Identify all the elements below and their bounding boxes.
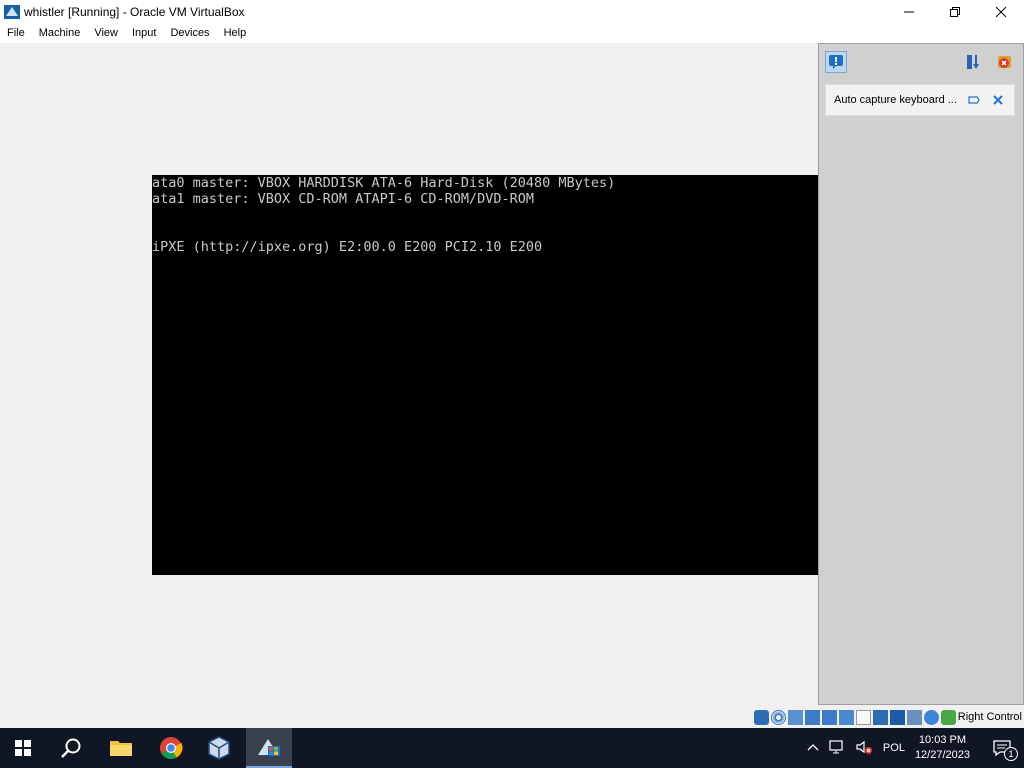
windows-xp-vm-icon [258, 739, 280, 756]
taskbar-chrome[interactable] [148, 728, 194, 768]
volume-tray-button[interactable] [855, 739, 873, 758]
menu-input[interactable]: Input [125, 27, 163, 39]
vm-status-bar: Right Control [0, 707, 1024, 728]
network-icon[interactable] [805, 710, 820, 725]
menu-bar: File Machine View Input Devices Help [0, 23, 1024, 43]
taskbar: POL 10:03 PM 12/27/2023 1 [0, 728, 1024, 768]
input-language-indicator[interactable]: POL [883, 742, 905, 754]
sort-button[interactable] [965, 53, 983, 71]
chevron-up-icon [807, 744, 819, 751]
menu-machine[interactable]: Machine [32, 27, 88, 39]
host-key-label: Right Control [957, 711, 1022, 723]
notification-count-badge: 1 [1004, 747, 1018, 761]
notification-center-panel: Auto capture keyboard ... [818, 43, 1024, 705]
display-icon[interactable] [856, 710, 871, 725]
vm-console-screen[interactable]: ata0 master: VBOX HARDDISK ATA-6 Hard-Di… [152, 175, 818, 575]
virtualbox-cube-icon [208, 736, 230, 760]
windows-logo-icon [15, 740, 31, 756]
pin-icon [968, 96, 980, 104]
notification-close-button[interactable] [992, 94, 1004, 109]
system-tray: POL 10:03 PM 12/27/2023 1 [807, 728, 1024, 768]
console-line: ata0 master: VBOX HARDDISK ATA-6 Hard-Di… [152, 175, 616, 191]
taskbar-file-explorer[interactable] [98, 728, 144, 768]
clock[interactable]: 10:03 PM 12/27/2023 [915, 733, 970, 763]
menu-devices[interactable]: Devices [163, 27, 216, 39]
menu-view[interactable]: View [87, 27, 125, 39]
minimize-button[interactable] [886, 0, 932, 23]
volume-muted-icon [856, 740, 872, 754]
window-titlebar: whistler [Running] - Oracle VM VirtualBo… [0, 0, 1024, 23]
console-line: iPXE (http://ipxe.org) E2:00.0 E200 PCI2… [152, 239, 543, 255]
taskbar-vm-whistler[interactable] [246, 728, 292, 768]
recording-icon[interactable] [890, 710, 905, 725]
minimize-icon [904, 11, 914, 12]
window-title: whistler [Running] - Oracle VM VirtualBo… [24, 4, 245, 19]
hard-disk-icon[interactable] [754, 710, 769, 725]
shared-folders-icon[interactable] [839, 710, 854, 725]
action-center-button[interactable]: 1 [980, 739, 1024, 761]
info-bubble-icon [829, 55, 843, 69]
mouse-integration-icon[interactable] [924, 710, 939, 725]
clock-time: 10:03 PM [918, 734, 967, 746]
notification-settings-button[interactable] [968, 94, 980, 109]
network-tray-button[interactable] [829, 739, 847, 758]
close-all-icon [998, 56, 1011, 68]
notification-toggle-button[interactable] [825, 51, 847, 73]
sort-icon [967, 55, 979, 69]
console-line: ata1 master: VBOX CD-ROM ATAPI-6 CD-ROM/… [152, 191, 535, 207]
keyboard-capture-icon[interactable] [941, 710, 956, 725]
clear-all-button[interactable] [995, 53, 1013, 71]
clock-date: 12/27/2023 [914, 749, 970, 761]
notification-text: Auto capture keyboard ... [834, 94, 957, 106]
usb-icon[interactable] [822, 710, 837, 725]
notification-item[interactable]: Auto capture keyboard ... [825, 84, 1015, 116]
chrome-icon [160, 737, 183, 759]
close-button[interactable] [978, 0, 1024, 23]
restore-icon [950, 6, 960, 17]
menu-help[interactable]: Help [217, 27, 254, 39]
cpu-icon[interactable] [907, 710, 922, 725]
folder-icon [110, 741, 132, 756]
optical-drive-icon[interactable] [771, 710, 786, 725]
search-button[interactable] [48, 728, 94, 768]
virtualbox-icon [4, 4, 20, 19]
maximize-button[interactable] [932, 0, 978, 23]
close-icon [993, 95, 1003, 105]
video-capture-icon[interactable] [873, 710, 888, 725]
show-hidden-icons-button[interactable] [807, 742, 819, 754]
audio-icon[interactable] [788, 710, 803, 725]
search-icon [61, 738, 81, 758]
start-button[interactable] [0, 728, 46, 768]
menu-file[interactable]: File [0, 27, 32, 39]
panel-toolbar [819, 44, 1023, 78]
network-icon [829, 739, 843, 753]
close-icon [996, 6, 1006, 17]
taskbar-virtualbox-manager[interactable] [196, 728, 242, 768]
